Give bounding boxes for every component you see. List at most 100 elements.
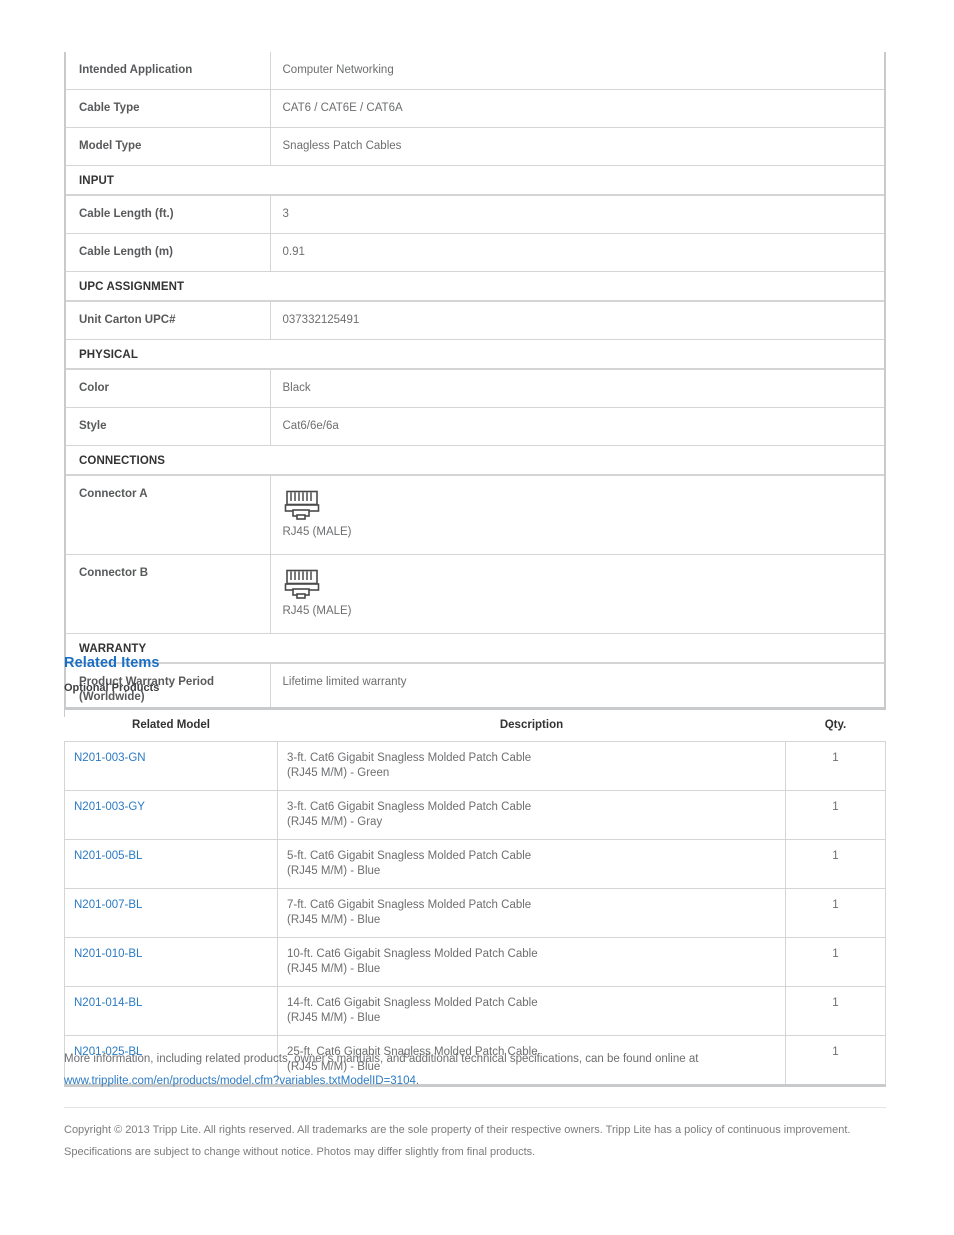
related-description-cell: 5-ft. Cat6 Gigabit Snagless Molded Patch… <box>277 839 786 889</box>
table-row: N201-014-BL 14-ft. Cat6 Gigabit Snagless … <box>64 986 886 1036</box>
description-line-2: (RJ45 M/M) - Blue <box>287 913 381 926</box>
related-qty-cell: 1 <box>785 888 886 938</box>
spec-section-label: INPUT <box>66 165 884 196</box>
description-line-1: 7-ft. Cat6 Gigabit Snagless Molded Patch… <box>287 899 532 911</box>
spec-section-header: INPUT <box>66 165 884 196</box>
spec-row: Cable Type CAT6 / CAT6E / CAT6A <box>66 89 884 128</box>
spec-row: Connector A RJ45 (MALE) <box>66 475 884 555</box>
more-information-text: More information, including related prod… <box>64 1053 699 1065</box>
description-line-2: (RJ45 M/M) - Blue <box>287 864 381 877</box>
spec-row-value: CAT6 / CAT6E / CAT6A <box>270 89 884 128</box>
spec-row-value: Black <box>270 369 884 408</box>
spec-row-label: Cable Type <box>66 89 271 128</box>
column-header-description: Description <box>277 707 786 742</box>
related-items-table-head: Related Model Description Qty. <box>64 707 886 742</box>
related-model-cell: N201-014-BL <box>64 986 278 1036</box>
related-model-link[interactable]: N201-010-BL <box>74 948 142 960</box>
spec-row-label: Cable Length (m) <box>66 233 271 272</box>
description-line-2: (RJ45 M/M) - Blue <box>287 962 381 975</box>
spec-row: Cable Length (ft.) 3 <box>66 195 884 234</box>
description-line-1: 5-ft. Cat6 Gigabit Snagless Molded Patch… <box>287 850 532 862</box>
related-qty-cell: 1 <box>785 790 886 840</box>
spec-section-header: UPC ASSIGNMENT <box>66 271 884 302</box>
spec-row-value: 0.91 <box>270 233 884 272</box>
table-row: N201-003-GN 3-ft. Cat6 Gigabit Snagless M… <box>64 741 886 791</box>
related-model-link[interactable]: N201-007-BL <box>74 899 142 911</box>
spec-row-value: Snagless Patch Cables <box>270 127 884 166</box>
related-items-table-body: N201-003-GN 3-ft. Cat6 Gigabit Snagless M… <box>64 741 886 1087</box>
description-line-2: (RJ45 M/M) - Green <box>287 766 390 779</box>
related-model-cell: N201-007-BL <box>64 888 278 938</box>
related-items-table: Related Model Description Qty. N201-003-… <box>64 707 886 1087</box>
related-model-link[interactable]: N201-003-GN <box>74 752 146 764</box>
related-description-cell: 14-ft. Cat6 Gigabit Snagless Molded Patc… <box>277 986 786 1036</box>
spec-section-label: PHYSICAL <box>66 339 884 370</box>
related-model-cell: N201-005-BL <box>64 839 278 889</box>
spec-row-label: Color <box>66 369 271 408</box>
description-line-1: 10-ft. Cat6 Gigabit Snagless Molded Patc… <box>287 948 538 960</box>
description-line-2: (RJ45 M/M) - Gray <box>287 815 383 828</box>
related-model-cell: N201-010-BL <box>64 937 278 987</box>
spec-row-label: Model Type <box>66 127 271 166</box>
related-model-link[interactable]: N201-014-BL <box>74 997 142 1009</box>
spec-row: Style Cat6/6e/6a <box>66 407 884 446</box>
related-description-cell: 3-ft. Cat6 Gigabit Snagless Molded Patch… <box>277 741 786 791</box>
spec-row-connector-value: RJ45 (MALE) <box>270 554 885 634</box>
spec-row: Model Type Snagless Patch Cables <box>66 127 884 166</box>
related-model-cell: N201-003-GN <box>64 741 278 791</box>
connector-type-label: RJ45 (MALE) <box>282 605 352 617</box>
spec-row-value: 3 <box>270 195 884 234</box>
column-header-qty: Qty. <box>785 707 886 742</box>
specifications-table-container: Intended Application Computer Networking C… <box>64 52 886 717</box>
spec-row-label: Cable Length (ft.) <box>66 195 271 234</box>
spec-section-header: WARRANTY <box>66 633 884 664</box>
spec-section-label: WARRANTY <box>66 633 884 664</box>
spec-row: Cable Length (m) 0.91 <box>66 233 884 272</box>
related-description-cell: 10-ft. Cat6 Gigabit Snagless Molded Patc… <box>277 937 786 987</box>
related-model-link[interactable]: N201-005-BL <box>74 850 142 862</box>
related-qty-cell: 1 <box>785 937 886 987</box>
column-header-related-model: Related Model <box>64 707 278 742</box>
spec-row-connector-value: RJ45 (MALE) <box>270 475 884 555</box>
footer-divider <box>64 1107 886 1108</box>
related-description-cell: 3-ft. Cat6 Gigabit Snagless Molded Patch… <box>277 790 786 840</box>
related-description-cell: 7-ft. Cat6 Gigabit Snagless Molded Patch… <box>277 888 786 938</box>
related-model-cell: N201-003-GY <box>64 790 278 840</box>
connector-type-label: RJ45 (MALE) <box>282 526 352 538</box>
spec-section-label: CONNECTIONS <box>66 445 884 476</box>
description-line-1: 14-ft. Cat6 Gigabit Snagless Molded Patc… <box>287 997 538 1009</box>
spec-section-label: UPC ASSIGNMENT <box>66 271 884 302</box>
related-items-table-container: Related Model Description Qty. N201-003-… <box>64 707 886 1087</box>
description-line-2: (RJ45 M/M) - Blue <box>287 1011 381 1024</box>
spec-row-label: Intended Application <box>66 52 271 90</box>
table-row: N201-010-BL 10-ft. Cat6 Gigabit Snagless … <box>64 937 886 987</box>
related-qty-cell: 1 <box>785 741 886 791</box>
description-line-1: 3-ft. Cat6 Gigabit Snagless Molded Patch… <box>287 752 532 764</box>
spec-row-value: Computer Networking <box>270 52 884 90</box>
related-model-link[interactable]: N201-003-GY <box>74 801 145 813</box>
spec-row-label: Connector B <box>66 554 271 634</box>
spec-row: Intended Application Computer Networking <box>66 52 884 90</box>
related-qty-cell: 1 <box>785 839 886 889</box>
related-qty-cell: 1 <box>785 986 886 1036</box>
spec-row-label: Unit Carton UPC# <box>66 301 271 340</box>
table-header-row: Related Model Description Qty. <box>64 707 886 742</box>
table-row: N201-007-BL 7-ft. Cat6 Gigabit Snagless M… <box>64 888 886 938</box>
spec-section-header: PHYSICAL <box>66 339 884 370</box>
spec-row-value: 037332125491 <box>270 301 884 340</box>
rj45-connector-icon <box>283 569 885 602</box>
description-line-1: 3-ft. Cat6 Gigabit Snagless Molded Patch… <box>287 801 532 813</box>
spec-row-label: Style <box>66 407 271 446</box>
table-row: N201-003-GY 3-ft. Cat6 Gigabit Snagless M… <box>64 790 886 840</box>
table-row: N201-005-BL 5-ft. Cat6 Gigabit Snagless M… <box>64 839 886 889</box>
spec-row: Color Black <box>66 369 884 408</box>
spec-section-header: CONNECTIONS <box>66 445 884 476</box>
related-items-heading: Related Items <box>64 655 160 671</box>
spec-row-value: Cat6/6e/6a <box>270 407 884 446</box>
specifications-table: Intended Application Computer Networking C… <box>66 52 884 717</box>
product-page-link[interactable]: www.tripplite.com/en/products/model.cfm?… <box>64 1075 416 1087</box>
rj45-connector-icon <box>283 490 885 523</box>
copyright-text: Copyright © 2013 Tripp Lite. All rights … <box>64 1124 851 1158</box>
spec-row-label: Connector A <box>66 475 271 555</box>
optional-products-subheading: Optional Products <box>64 682 160 694</box>
